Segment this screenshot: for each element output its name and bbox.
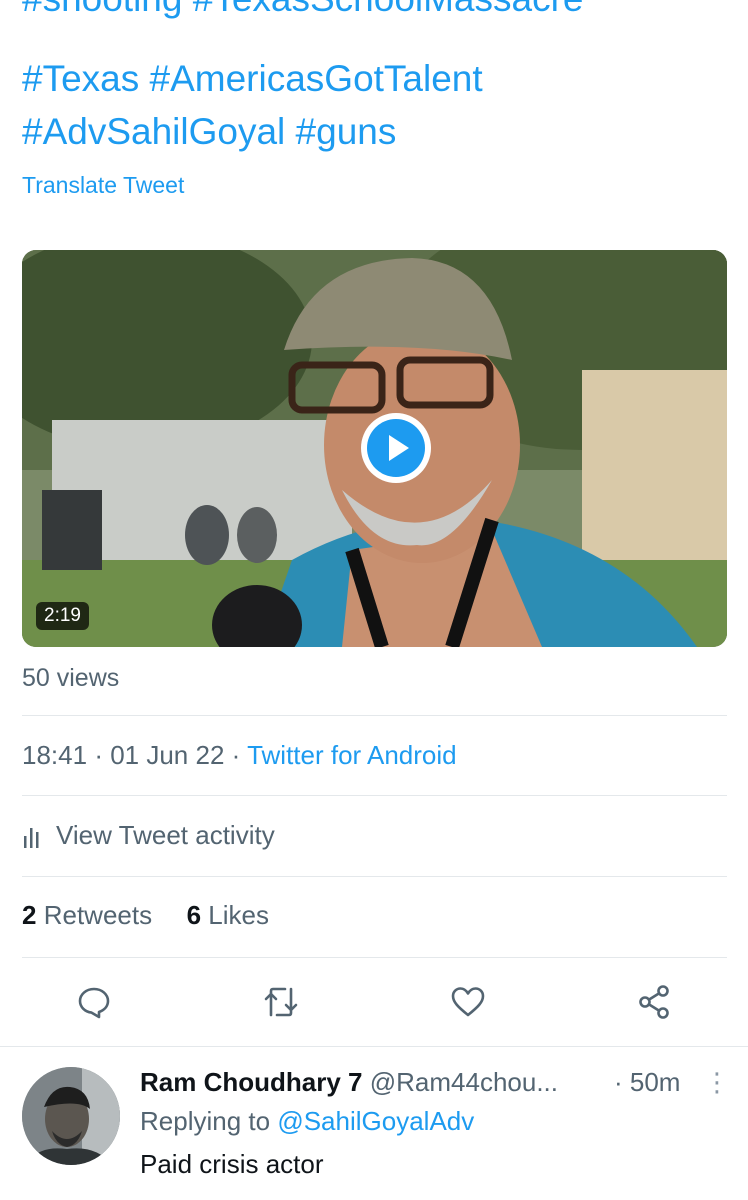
like-icon (451, 987, 485, 1017)
play-icon (367, 419, 425, 477)
translate-tweet-link[interactable]: Translate Tweet (22, 172, 184, 199)
divider (22, 795, 727, 796)
retweets-count: 2 (22, 900, 37, 930)
replying-to-mention[interactable]: @SahilGoyalAdv (277, 1106, 474, 1136)
video-player[interactable]: 2:19 (22, 250, 727, 647)
reply-icon (78, 987, 110, 1019)
replying-to: Replying to @SahilGoyalAdv (140, 1106, 474, 1137)
divider (22, 876, 727, 877)
play-button[interactable] (361, 413, 431, 483)
reply-author-name[interactable]: Ram Choudhary 7 (140, 1067, 363, 1097)
view-tweet-activity-label: View Tweet activity (56, 820, 275, 850)
more-options-icon[interactable]: ⋮ (704, 1067, 730, 1098)
reply-author-handle[interactable]: @Ram44chou... (370, 1067, 558, 1097)
retweet-icon (264, 987, 298, 1017)
tweet-meta: 18:41 · 01 Jun 22 · Twitter for Android (22, 740, 457, 770)
retweets-stat[interactable]: 2 Retweets (22, 900, 152, 930)
avatar[interactable] (22, 1067, 120, 1165)
reply-time: · 50m (614, 1067, 681, 1097)
share-icon (639, 985, 669, 1019)
tweet-actions (0, 982, 748, 1026)
divider (22, 715, 727, 716)
reply-button[interactable] (74, 982, 114, 1022)
hashtag-line-3[interactable]: #AdvSahilGoyal #guns (22, 105, 396, 159)
hashtag-line-2[interactable]: #Texas #AmericasGotTalent (22, 52, 483, 106)
reply-tweet[interactable]: Ram Choudhary 7 @Ram44chou... · 50m ⋮ Re… (0, 1047, 748, 1200)
engagement-stats: 2 Retweets 6 Likes (22, 900, 269, 931)
retweet-button[interactable] (261, 982, 301, 1022)
share-button[interactable] (634, 982, 674, 1022)
retweets-label: Retweets (43, 900, 153, 930)
video-duration: 2:19 (36, 602, 89, 630)
like-button[interactable] (448, 982, 488, 1022)
analytics-icon (24, 827, 39, 848)
tweet-time[interactable]: 18:41 (22, 740, 87, 770)
likes-label: Likes (208, 900, 269, 930)
view-count: 50 views (22, 664, 120, 692)
replying-to-label: Replying to (140, 1106, 271, 1136)
view-tweet-activity[interactable]: View Tweet activity (22, 820, 275, 851)
likes-stat[interactable]: 6 Likes (187, 900, 269, 930)
tweet-date[interactable]: 01 Jun 22 (110, 740, 224, 770)
tweet-source-link[interactable]: Twitter for Android (247, 740, 457, 770)
divider (22, 957, 727, 958)
hashtag-line-1[interactable]: #shooting #TexasSchoolMassacre (22, 0, 584, 26)
reply-text: Paid crisis actor (140, 1149, 324, 1179)
likes-count: 6 (186, 900, 202, 930)
reply-header: Ram Choudhary 7 @Ram44chou... · 50m ⋮ (140, 1067, 730, 1098)
